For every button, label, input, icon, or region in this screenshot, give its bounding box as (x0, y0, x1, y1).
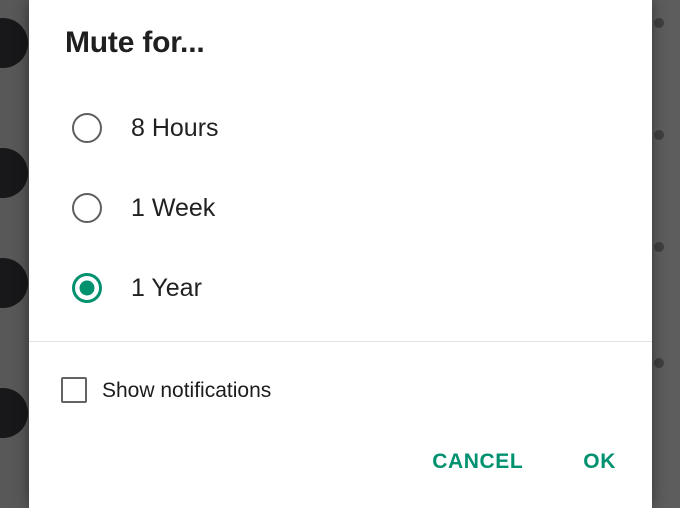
radio-option-label: 1 Year (131, 273, 202, 302)
radio-option-label: 8 Hours (131, 113, 219, 142)
show-notifications-checkbox-row[interactable]: Show notifications (61, 377, 271, 403)
mute-for-dialog: Mute for... 8 Hours 1 Week 1 Year Show n… (29, 0, 652, 508)
background-mark (654, 130, 664, 140)
show-notifications-label: Show notifications (102, 378, 272, 402)
checkbox-unchecked-icon[interactable] (61, 377, 87, 403)
radio-option-1-week[interactable]: 1 Week (29, 168, 652, 248)
dialog-action-bar: CANCEL OK (29, 440, 652, 508)
radio-option-8-hours[interactable]: 8 Hours (29, 88, 652, 168)
radio-checked-icon[interactable] (72, 273, 102, 303)
radio-option-label: 1 Week (131, 193, 216, 222)
radio-option-1-year[interactable]: 1 Year (29, 248, 652, 328)
avatar (0, 388, 28, 438)
avatar (0, 18, 28, 68)
show-notifications-area: Show notifications (29, 342, 652, 408)
avatar (0, 258, 28, 308)
background-mark (654, 242, 664, 252)
radio-unchecked-icon[interactable] (72, 113, 102, 143)
dialog-title: Mute for... (65, 26, 205, 59)
background-right-strip (652, 0, 680, 508)
background-mark (654, 18, 664, 28)
background-left-strip (0, 0, 29, 508)
avatar (0, 148, 28, 198)
cancel-button[interactable]: CANCEL (418, 440, 537, 484)
screen: Mute for... 8 Hours 1 Week 1 Year Show n… (0, 0, 680, 508)
ok-button[interactable]: OK (569, 440, 630, 484)
mute-duration-radio-group: 8 Hours 1 Week 1 Year (29, 88, 652, 328)
background-mark (654, 358, 664, 368)
radio-unchecked-icon[interactable] (72, 193, 102, 223)
